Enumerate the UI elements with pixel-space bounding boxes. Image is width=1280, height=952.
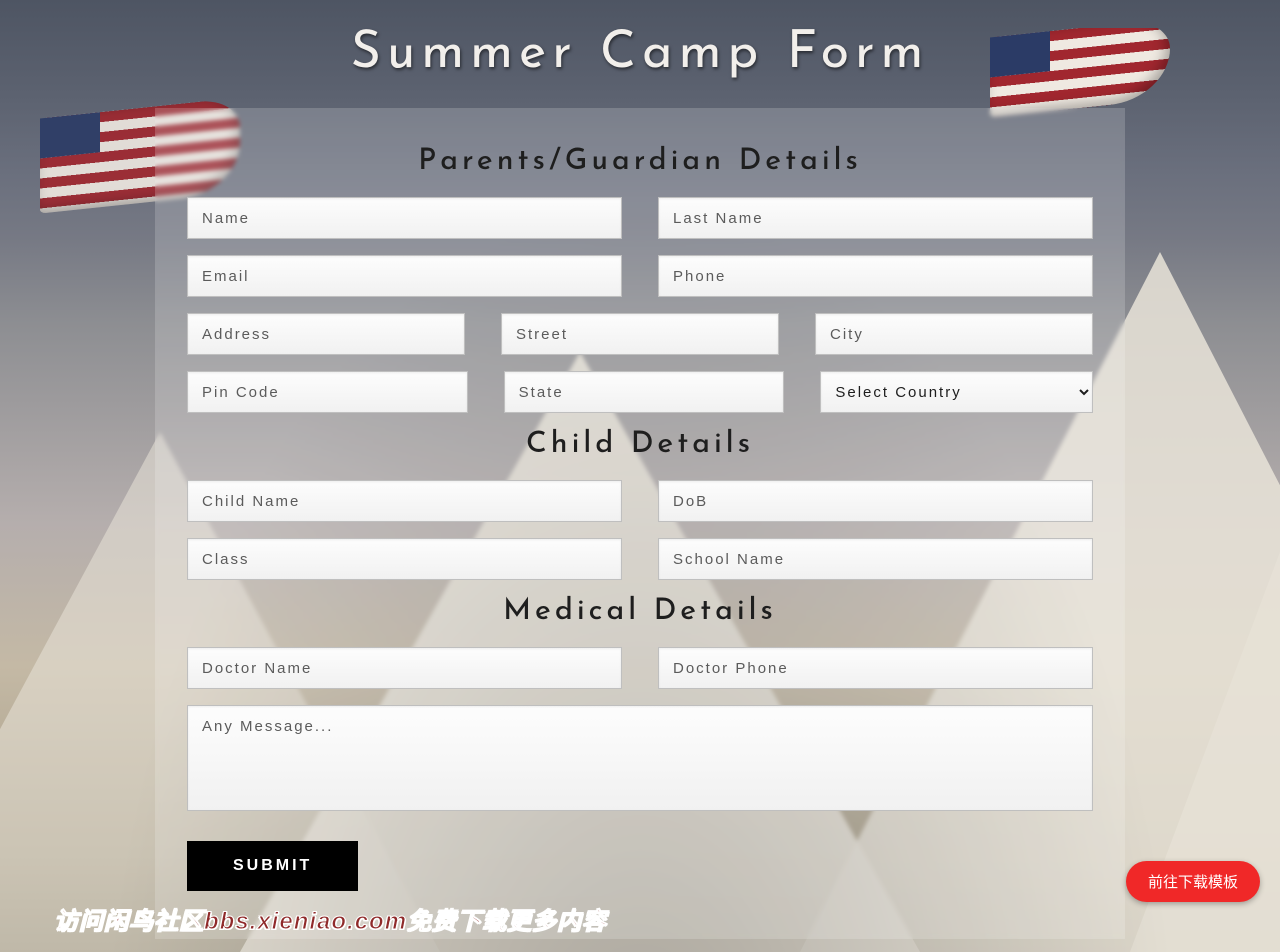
watermark-text: 访问闲鸟社区bbs.xieniao.com免费下载更多内容 [54, 901, 607, 936]
child-dob-input[interactable] [658, 480, 1093, 522]
page-title: Summer Camp Form [0, 28, 1280, 80]
address-input[interactable] [187, 313, 465, 355]
parent-phone-input[interactable] [658, 255, 1093, 297]
doctor-phone-input[interactable] [658, 647, 1093, 689]
street-input[interactable] [501, 313, 779, 355]
section-heading-medical: Medical Details [187, 596, 1093, 627]
parent-first-name-input[interactable] [187, 197, 622, 239]
parent-email-input[interactable] [187, 255, 622, 297]
parent-last-name-input[interactable] [658, 197, 1093, 239]
doctor-name-input[interactable] [187, 647, 622, 689]
pin-code-input[interactable] [187, 371, 468, 413]
section-heading-parents: Parents/Guardian Details [187, 146, 1093, 177]
state-input[interactable] [504, 371, 785, 413]
download-template-button[interactable]: 前往下载模板 [1126, 861, 1260, 902]
child-name-input[interactable] [187, 480, 622, 522]
medical-message-textarea[interactable] [187, 705, 1093, 811]
child-class-input[interactable] [187, 538, 622, 580]
submit-button[interactable]: SUBMIT [187, 841, 358, 891]
city-input[interactable] [815, 313, 1093, 355]
child-school-input[interactable] [658, 538, 1093, 580]
form-card: Parents/Guardian Details Select Country … [155, 108, 1125, 939]
section-heading-child: Child Details [187, 429, 1093, 460]
country-select[interactable]: Select Country [820, 371, 1093, 413]
